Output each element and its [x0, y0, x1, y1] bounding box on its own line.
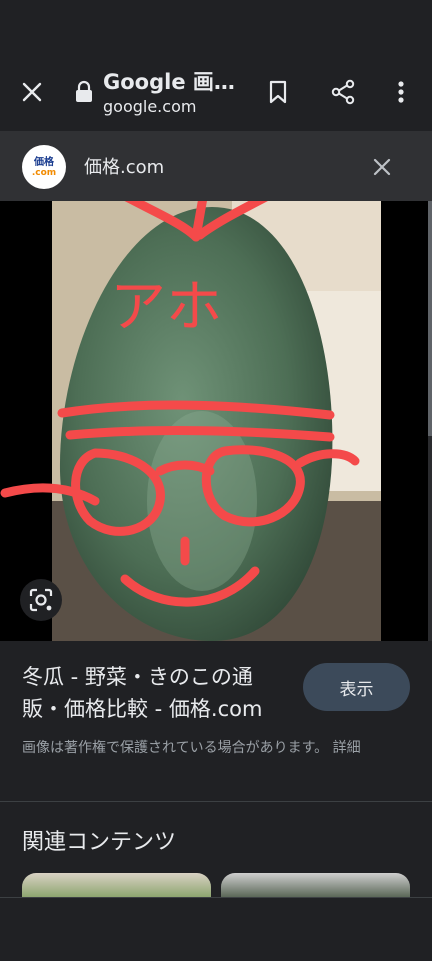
red-scribble-overlay: アホ	[0, 201, 360, 607]
page-title: Google 画像検索	[103, 70, 253, 94]
scrollbar-thumb[interactable]	[428, 201, 432, 436]
share-icon[interactable]	[323, 72, 363, 112]
result-title[interactable]: 冬瓜 - 野菜・きのこの通販・価格比較 - 価格.com	[22, 661, 284, 725]
bookmark-icon[interactable]	[258, 72, 298, 112]
lens-icon	[29, 588, 53, 612]
view-button[interactable]: 表示	[303, 663, 410, 711]
result-info: 冬瓜 - 野菜・きのこの通販・価格比較 - 価格.com 表示 画像は著作権で保…	[0, 641, 432, 801]
more-options-icon[interactable]	[381, 72, 421, 112]
page-domain: google.com	[103, 97, 197, 116]
image-viewer[interactable]: アホ	[0, 201, 432, 641]
divider	[0, 801, 432, 802]
lock-icon	[74, 80, 94, 104]
source-logo-line1: 価格	[34, 156, 54, 168]
close-icon[interactable]	[12, 72, 52, 112]
source-logo[interactable]: 価格 .com	[22, 145, 66, 189]
annotation-text: アホ	[110, 275, 222, 340]
bottom-bar	[0, 897, 432, 961]
related-content-heading: 関連コンテンツ	[22, 830, 177, 855]
lens-search-button[interactable]	[20, 579, 62, 621]
page-title-block[interactable]: Google 画像検索 google.com	[103, 68, 253, 118]
source-name[interactable]: 価格.com	[84, 153, 164, 179]
source-bar: 価格 .com 価格.com	[0, 131, 432, 201]
source-logo-line2: .com	[31, 167, 57, 178]
browser-toolbar: Google 画像検索 google.com	[0, 0, 432, 132]
copyright-notice[interactable]: 画像は著作権で保護されている場合があります。 詳細	[22, 737, 412, 759]
close-source-icon[interactable]	[362, 147, 402, 187]
